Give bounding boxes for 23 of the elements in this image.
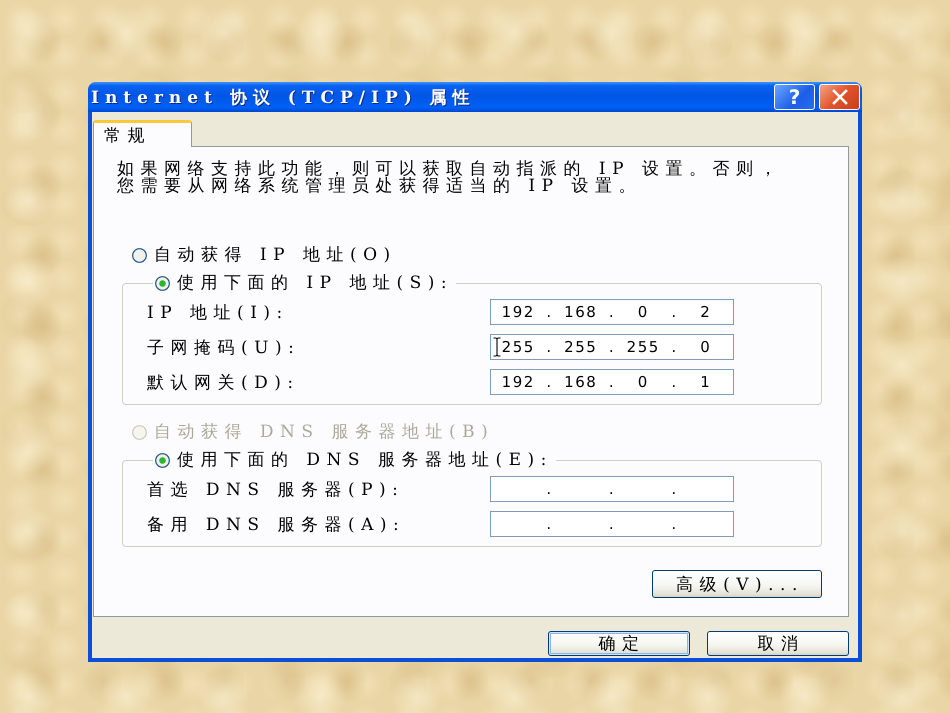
ok-button[interactable]: 确定 xyxy=(548,631,690,656)
ip-address-field[interactable]: 192 . 168 . 0 . 1 xyxy=(490,369,734,395)
window-title: Internet 协议 (TCP/IP) 属性 xyxy=(91,86,477,108)
advanced-button[interactable]: 高级(V)... xyxy=(652,570,822,598)
radio-option[interactable]: 使用下面的 IP 地址(S): xyxy=(153,274,456,292)
field-label: 备用 DNS 服务器(A): xyxy=(147,514,406,536)
ip-address-field[interactable]: 255 . 255 . 255 . 0 xyxy=(490,334,734,360)
ip-address-field[interactable]: . . . xyxy=(490,476,734,502)
radio-option[interactable]: 自动获得 IP 地址(O) xyxy=(130,246,400,264)
ip-address-field[interactable]: . . . xyxy=(490,511,734,537)
field-label: 子网掩码(U): xyxy=(147,336,300,358)
description-text: 如果网络支持此功能，则可以获取自动指派的 IP 设置。否则，您需要从网络系统管理员处获得适当的 IP 设置。 xyxy=(117,161,784,195)
cancel-button[interactable]: 取消 xyxy=(707,631,849,656)
field-label: IP 地址(I): xyxy=(147,302,289,324)
field-label: 默认网关(D): xyxy=(147,372,300,394)
close-icon xyxy=(832,89,848,105)
close-button[interactable] xyxy=(819,84,860,110)
radio-option[interactable]: 使用下面的 DNS 服务器地址(E): xyxy=(153,451,556,469)
tab[interactable]: 常规 xyxy=(93,120,192,147)
text-cursor-icon xyxy=(493,337,501,357)
field-label: 首选 DNS 服务器(P): xyxy=(147,478,404,500)
ip-address-field[interactable]: 192 . 168 . 0 . 2 xyxy=(490,299,734,325)
help-button[interactable]: ? xyxy=(774,84,815,110)
